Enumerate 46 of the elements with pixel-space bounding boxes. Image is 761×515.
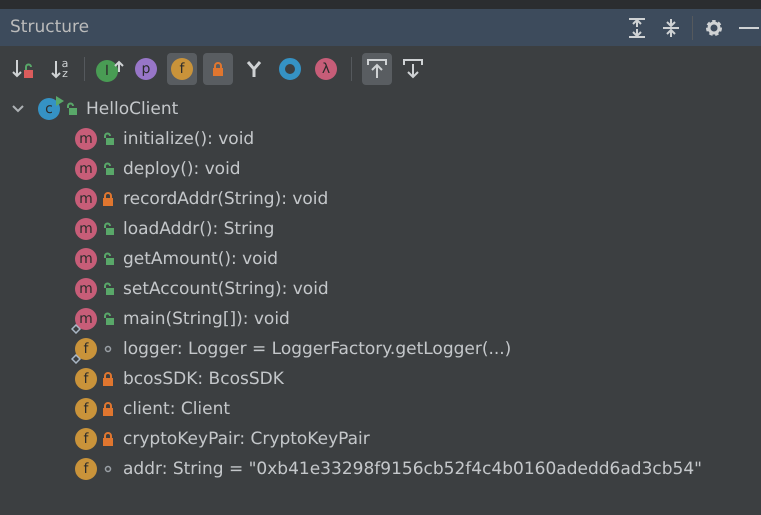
lock-icon — [101, 372, 115, 386]
member-icon: m — [75, 188, 97, 210]
member-icon: m — [75, 128, 97, 150]
tree-item-label[interactable]: initialize(): void — [123, 128, 254, 150]
expand-all-icon[interactable] — [626, 16, 648, 38]
filter-badge-icon[interactable]: p — [135, 58, 157, 80]
tree-item-label[interactable]: recordAddr(String): void — [123, 188, 328, 210]
collapse-all-icon[interactable] — [660, 16, 682, 38]
tree-item-label[interactable]: getAmount(): void — [123, 248, 278, 270]
tree-item-label[interactable]: deploy(): void — [123, 158, 241, 180]
member-icon: m — [75, 248, 97, 270]
filter-badge-icon[interactable]: f — [171, 58, 193, 80]
tree-item-label[interactable]: setAccount(String): void — [123, 278, 329, 300]
tree-item-label[interactable]: HelloClient — [86, 98, 178, 120]
hierarchy-icon[interactable] — [244, 58, 264, 78]
unlocked-icon — [64, 102, 78, 116]
member-icon: f — [75, 368, 97, 390]
tree-item-label[interactable]: loadAddr(): String — [123, 218, 274, 240]
member-icon: f — [75, 428, 97, 450]
tree-item-label[interactable]: logger: Logger = LoggerFactory.getLogger(...) — [123, 338, 512, 360]
unlocked-icon — [101, 132, 115, 146]
autoscroll-to-source-icon[interactable] — [401, 56, 425, 80]
member-icon: f — [75, 398, 97, 420]
unlocked-icon — [101, 222, 115, 236]
autoscroll-from-source-icon[interactable] — [365, 56, 389, 80]
unlocked-icon — [101, 282, 115, 296]
unlocked-icon — [101, 162, 115, 176]
tree-item-label[interactable]: main(String[]): void — [123, 308, 290, 330]
panel-title: Structure — [10, 16, 90, 39]
unlocked-icon — [101, 252, 115, 266]
lock-icon — [101, 432, 115, 446]
tree-item-label[interactable]: client: Client — [123, 398, 230, 420]
member-icon: m — [75, 278, 97, 300]
lock-icon — [101, 402, 115, 416]
tree-item-label[interactable]: bcosSDK: BcosSDK — [123, 368, 284, 390]
ring-icon[interactable] — [279, 58, 301, 80]
unlocked-icon — [101, 312, 115, 326]
tree-item-label[interactable]: addr: String = "0xb41e33298f9156cb52f4c4b0160adedd6ad3cb54" — [123, 458, 702, 480]
filter-badge-icon[interactable]: λ — [315, 58, 337, 80]
member-icon: m — [75, 218, 97, 240]
member-icon: f — [75, 338, 97, 360]
member-icon: f — [75, 458, 97, 480]
tree-item-label[interactable]: cryptoKeyPair: CryptoKeyPair — [123, 428, 370, 450]
member-icon: m — [75, 308, 97, 330]
lock-icon — [101, 192, 115, 206]
member-icon: m — [75, 158, 97, 180]
